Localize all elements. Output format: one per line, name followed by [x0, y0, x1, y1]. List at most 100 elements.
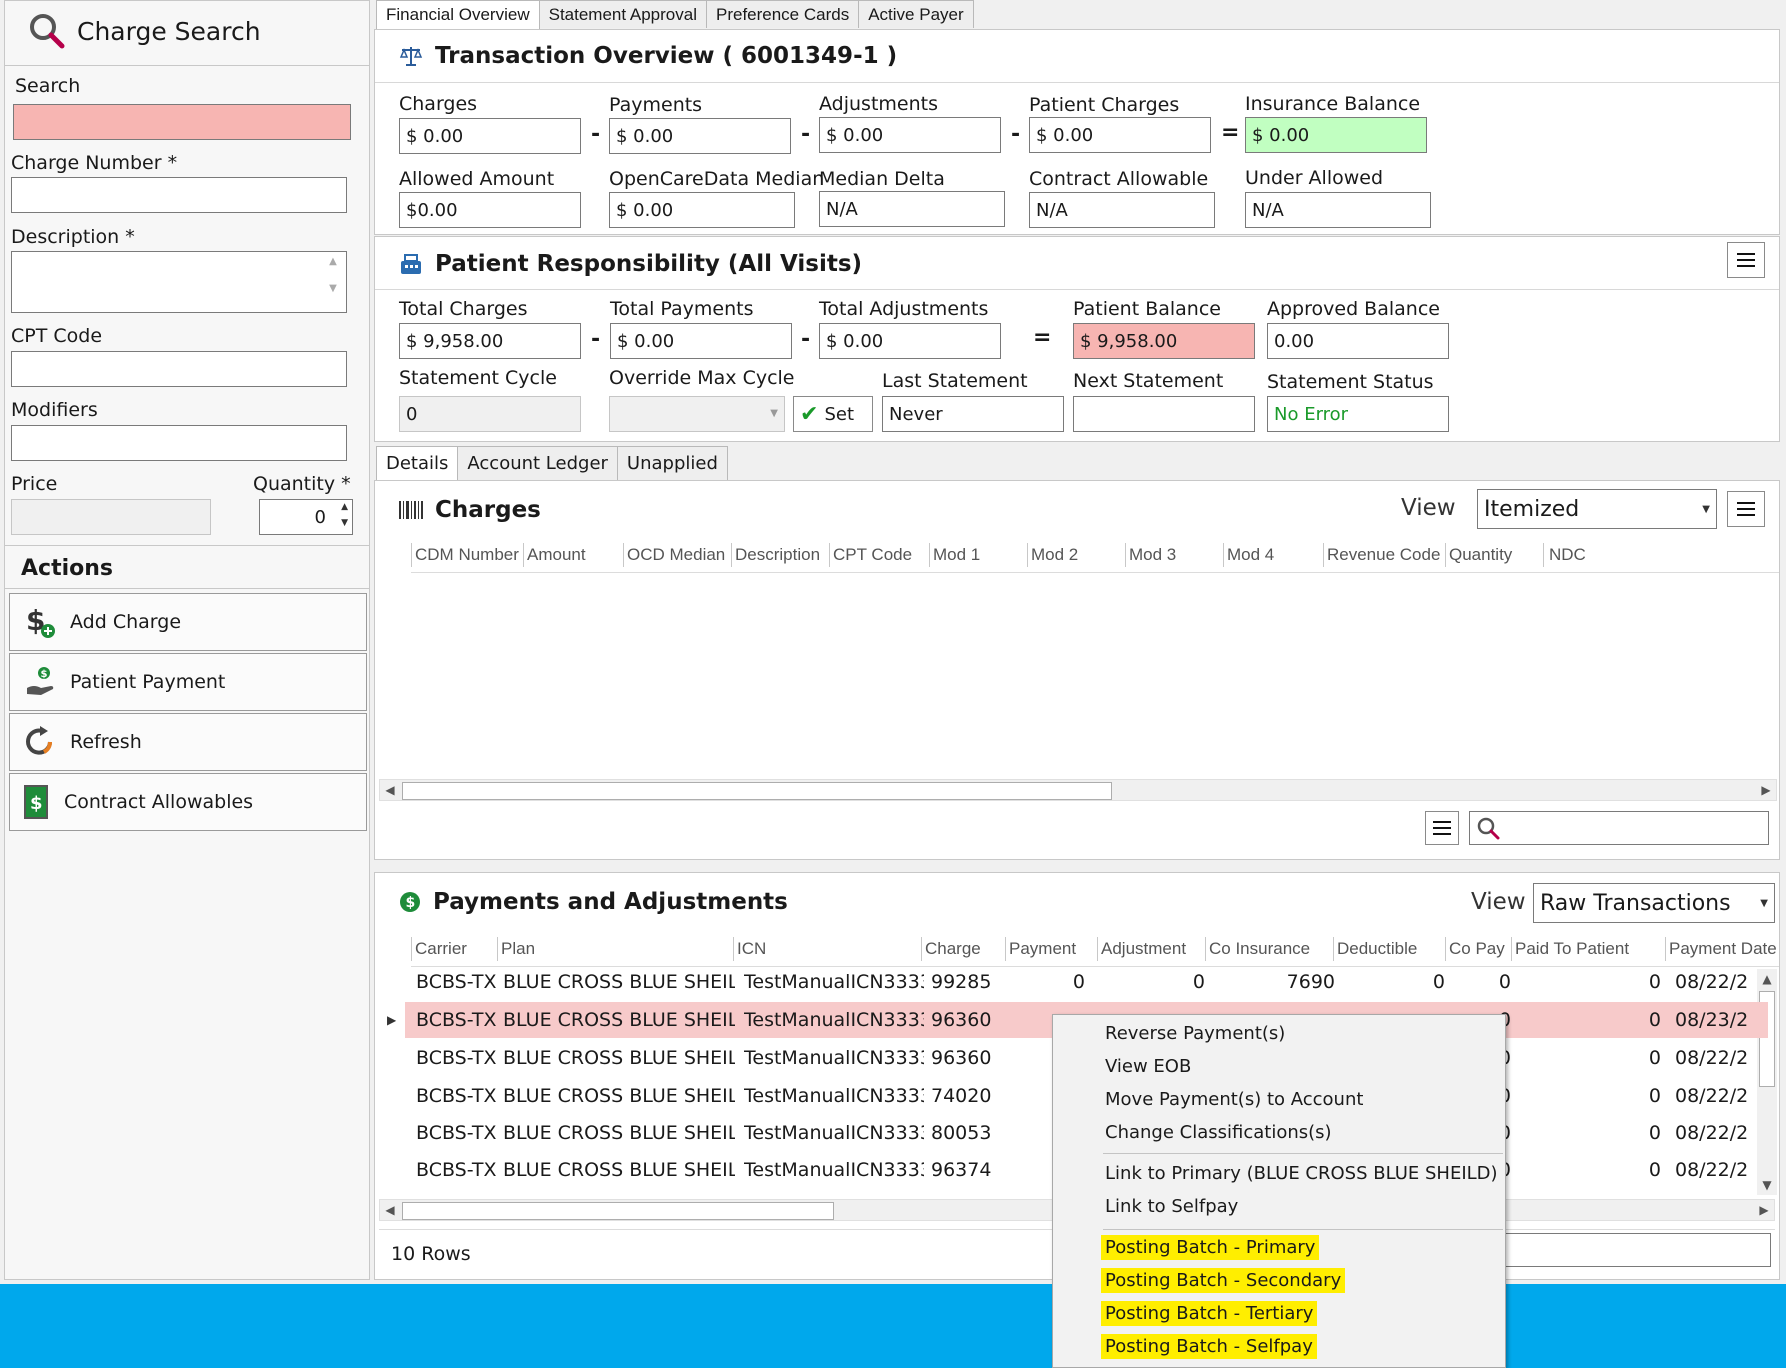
scroll-left-icon[interactable]: ◀: [380, 780, 400, 800]
menu-item-view-eob[interactable]: View EOB: [1105, 1056, 1191, 1077]
menu-item-change-classifications[interactable]: Change Classifications(s): [1105, 1122, 1332, 1143]
cell-plan: BLUE CROSS BLUE SHEILD: [503, 1085, 735, 1107]
menu-item-link-to-selfpay[interactable]: Link to Selfpay: [1105, 1196, 1238, 1217]
tab-account-ledger[interactable]: Account Ledger: [457, 446, 618, 480]
cpt-code-input[interactable]: [11, 351, 347, 387]
column-header[interactable]: Charge: [925, 939, 981, 959]
add-charge-button[interactable]: $ Add Charge: [9, 593, 367, 651]
column-header[interactable]: Payment Date: [1669, 939, 1777, 959]
column-header[interactable]: Payment: [1009, 939, 1076, 959]
menu-separator: [1103, 1229, 1503, 1230]
tab-financial-overview[interactable]: Financial Overview: [376, 0, 540, 29]
refresh-button[interactable]: Refresh: [9, 713, 367, 771]
allowed-amount-field[interactable]: $0.00: [399, 192, 581, 228]
patient-payment-button[interactable]: $ Patient Payment: [9, 653, 367, 711]
scroll-right-icon[interactable]: ▶: [1756, 780, 1776, 800]
median-delta-field[interactable]: N/A: [819, 191, 1005, 227]
next-statement-field[interactable]: [1073, 396, 1255, 432]
tab-details[interactable]: Details: [376, 446, 459, 480]
payments-field[interactable]: $ 0.00: [609, 118, 791, 154]
column-header[interactable]: Plan: [501, 939, 535, 959]
scrollbar-thumb[interactable]: [402, 1202, 834, 1220]
cell-carrier: BCBS-TX: [416, 1009, 496, 1031]
column-header[interactable]: Co Pay: [1449, 939, 1505, 959]
adjustments-field[interactable]: $ 0.00: [819, 117, 1001, 153]
set-button[interactable]: ✔ Set: [793, 396, 873, 432]
menu-item-posting-batch-primary[interactable]: Posting Batch - Primary: [1101, 1235, 1320, 1260]
column-header[interactable]: CDM Number: [415, 545, 519, 565]
refresh-icon: [24, 724, 56, 760]
total-charges-label: Total Charges: [399, 298, 528, 320]
total-payments-field[interactable]: $ 0.00: [610, 323, 792, 359]
menu-item-posting-batch-selfpay[interactable]: Posting Batch - Selfpay: [1101, 1334, 1317, 1359]
menu-item-posting-batch-secondary[interactable]: Posting Batch - Secondary: [1101, 1268, 1346, 1293]
charges-view-dropdown[interactable]: Itemized ▼: [1477, 489, 1717, 529]
textarea-scrollbar[interactable]: ▲ ▼: [324, 256, 342, 306]
contract-allowable-field[interactable]: N/A: [1029, 192, 1215, 228]
payments-search-input[interactable]: [1471, 1233, 1771, 1267]
grid-options-button[interactable]: [1425, 811, 1459, 845]
total-charges-field[interactable]: $ 9,958.00: [399, 323, 581, 359]
cell-charge: 96360: [931, 1009, 992, 1031]
scroll-up-icon[interactable]: ▲: [324, 256, 342, 267]
cell-carrier: BCBS-TX: [416, 1047, 496, 1069]
column-header[interactable]: Co Insurance: [1209, 939, 1310, 959]
actions-title: Actions: [21, 556, 113, 581]
ocd-median-field[interactable]: $ 0.00: [609, 192, 795, 228]
override-max-cycle-dropdown[interactable]: ▼: [609, 396, 785, 432]
search-input[interactable]: [13, 104, 351, 140]
tab-preference-cards[interactable]: Preference Cards: [705, 0, 860, 28]
charges-menu-button[interactable]: [1727, 491, 1765, 527]
quantity-stepper[interactable]: 0 ▲ ▼: [259, 499, 353, 535]
patient-balance-field[interactable]: $ 9,958.00: [1073, 323, 1255, 359]
insurance-balance-field[interactable]: $ 0.00: [1245, 117, 1427, 153]
column-header[interactable]: Carrier: [415, 939, 467, 959]
column-header[interactable]: Mod 3: [1129, 545, 1176, 565]
contract-allowables-button[interactable]: $ Contract Allowables: [9, 773, 367, 831]
last-statement-field[interactable]: Never: [882, 396, 1064, 432]
column-header[interactable]: CPT Code: [833, 545, 912, 565]
charges-horizontal-scrollbar[interactable]: ◀ ▶: [379, 779, 1777, 801]
column-header[interactable]: Paid To Patient: [1515, 939, 1629, 959]
stepper-up-icon[interactable]: ▲: [341, 502, 348, 512]
charge-number-input[interactable]: [11, 177, 347, 213]
modifiers-label: Modifiers: [11, 399, 98, 421]
approved-balance-field[interactable]: 0.00: [1267, 323, 1449, 359]
tab-statement-approval[interactable]: Statement Approval: [538, 0, 707, 28]
column-header[interactable]: NDC: [1549, 545, 1586, 565]
description-textarea[interactable]: ▲ ▼: [11, 251, 347, 313]
column-header[interactable]: Revenue Code: [1327, 545, 1440, 565]
add-charge-label: Add Charge: [70, 611, 182, 633]
scroll-down-icon[interactable]: ▼: [324, 283, 342, 294]
menu-item-link-to-primary[interactable]: Link to Primary (BLUE CROSS BLUE SHEILD): [1105, 1163, 1498, 1184]
tab-unapplied[interactable]: Unapplied: [616, 446, 728, 480]
total-adjustments-field[interactable]: $ 0.00: [819, 323, 1001, 359]
patient-responsibility-menu-button[interactable]: [1727, 242, 1765, 278]
set-label: Set: [824, 403, 854, 425]
patient-charges-field[interactable]: $ 0.00: [1029, 117, 1211, 153]
column-header[interactable]: Mod 1: [933, 545, 980, 565]
column-header[interactable]: Mod 4: [1227, 545, 1274, 565]
grid-search-input[interactable]: [1469, 811, 1769, 845]
column-header[interactable]: Mod 2: [1031, 545, 1078, 565]
tab-active-payer[interactable]: Active Payer: [858, 0, 974, 28]
column-header[interactable]: Quantity: [1449, 545, 1512, 565]
scroll-right-icon[interactable]: ▶: [1754, 1200, 1774, 1220]
scrollbar-thumb[interactable]: [402, 782, 1112, 800]
column-header[interactable]: Amount: [527, 545, 586, 565]
column-header[interactable]: Description: [735, 545, 820, 565]
column-header[interactable]: ICN: [737, 939, 766, 959]
column-header[interactable]: Adjustment: [1101, 939, 1186, 959]
modifiers-input[interactable]: [11, 425, 347, 461]
table-row[interactable]: BCBS-TX BLUE CROSS BLUE SHEILD TestManua…: [405, 964, 1768, 1000]
charges-field[interactable]: $ 0.00: [399, 118, 581, 154]
column-header[interactable]: Deductible: [1337, 939, 1417, 959]
under-allowed-field[interactable]: N/A: [1245, 192, 1431, 228]
scroll-left-icon[interactable]: ◀: [380, 1200, 400, 1220]
menu-item-reverse-payment[interactable]: Reverse Payment(s): [1105, 1023, 1285, 1044]
menu-item-posting-batch-tertiary[interactable]: Posting Batch - Tertiary: [1101, 1301, 1318, 1326]
column-header[interactable]: OCD Median: [627, 545, 725, 565]
stepper-down-icon[interactable]: ▼: [341, 518, 348, 528]
payments-view-dropdown[interactable]: Raw Transactions ▼: [1533, 883, 1775, 923]
menu-item-move-payment[interactable]: Move Payment(s) to Account: [1105, 1089, 1363, 1110]
